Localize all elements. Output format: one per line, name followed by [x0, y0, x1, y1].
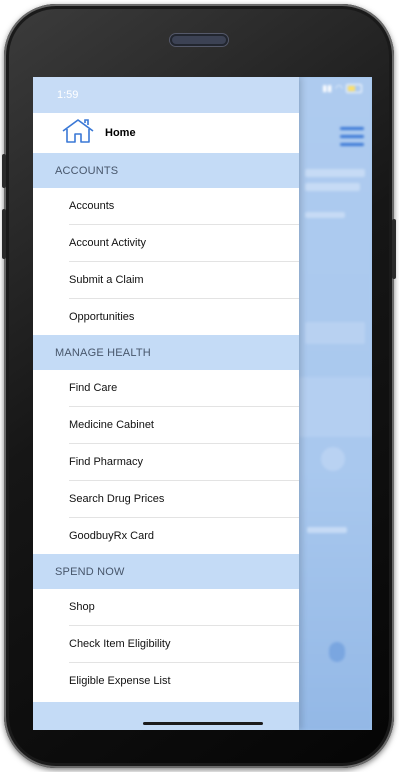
blurred-content	[305, 169, 365, 177]
blurred-content	[305, 212, 345, 218]
blurred-content	[305, 183, 360, 191]
power-button	[392, 219, 396, 279]
blurred-content	[305, 322, 365, 344]
section-header-spend-now: SPEND NOW	[33, 554, 299, 589]
blurred-content	[329, 642, 345, 662]
volume-up-button	[2, 209, 6, 259]
status-time: 1:59	[57, 89, 79, 101]
status-icons: ▮▮ ◠	[322, 83, 362, 94]
home-label: Home	[105, 127, 136, 139]
menu-item-shop[interactable]: Shop	[69, 589, 299, 626]
background-app-overlay[interactable]: ▮▮ ◠	[299, 77, 372, 730]
menu-item-goodbuyrx-card[interactable]: GoodbuyRx Card	[69, 518, 299, 554]
blurred-content	[307, 527, 347, 533]
menu-item-opportunities[interactable]: Opportunities	[69, 299, 299, 335]
menu-item-find-pharmacy[interactable]: Find Pharmacy	[69, 444, 299, 481]
drawer-footer	[33, 702, 299, 730]
signal-icon: ▮▮	[322, 83, 333, 93]
menu-item-account-activity[interactable]: Account Activity	[69, 225, 299, 262]
status-bar: 1:59	[33, 77, 299, 113]
menu-item-eligible-expense-list[interactable]: Eligible Expense List	[69, 663, 299, 699]
menu-item-find-care[interactable]: Find Care	[69, 370, 299, 407]
navigation-drawer: 1:59 Home ACCOUNTS Accounts Account Acti…	[33, 77, 299, 730]
phone-screen: ▮▮ ◠ 1:59 Home ACCOUNTS Accounts Account…	[33, 77, 372, 730]
battery-icon	[346, 84, 362, 93]
home-indicator[interactable]	[143, 722, 263, 725]
home-menu-item[interactable]: Home	[33, 113, 299, 153]
menu-item-submit-claim[interactable]: Submit a Claim	[69, 262, 299, 299]
wifi-icon: ◠	[335, 83, 343, 93]
earpiece-speaker	[170, 34, 228, 46]
home-icon	[61, 118, 95, 149]
blurred-content	[299, 377, 372, 437]
menu-item-check-item-eligibility[interactable]: Check Item Eligibility	[69, 626, 299, 663]
menu-item-search-drug-prices[interactable]: Search Drug Prices	[69, 481, 299, 518]
menu-item-medicine-cabinet[interactable]: Medicine Cabinet	[69, 407, 299, 444]
section-header-manage-health: MANAGE HEALTH	[33, 335, 299, 370]
hamburger-menu-icon[interactable]	[340, 127, 364, 151]
mute-switch	[2, 154, 6, 188]
section-header-accounts: ACCOUNTS	[33, 153, 299, 188]
menu-item-accounts[interactable]: Accounts	[69, 188, 299, 225]
blurred-content	[321, 447, 345, 471]
